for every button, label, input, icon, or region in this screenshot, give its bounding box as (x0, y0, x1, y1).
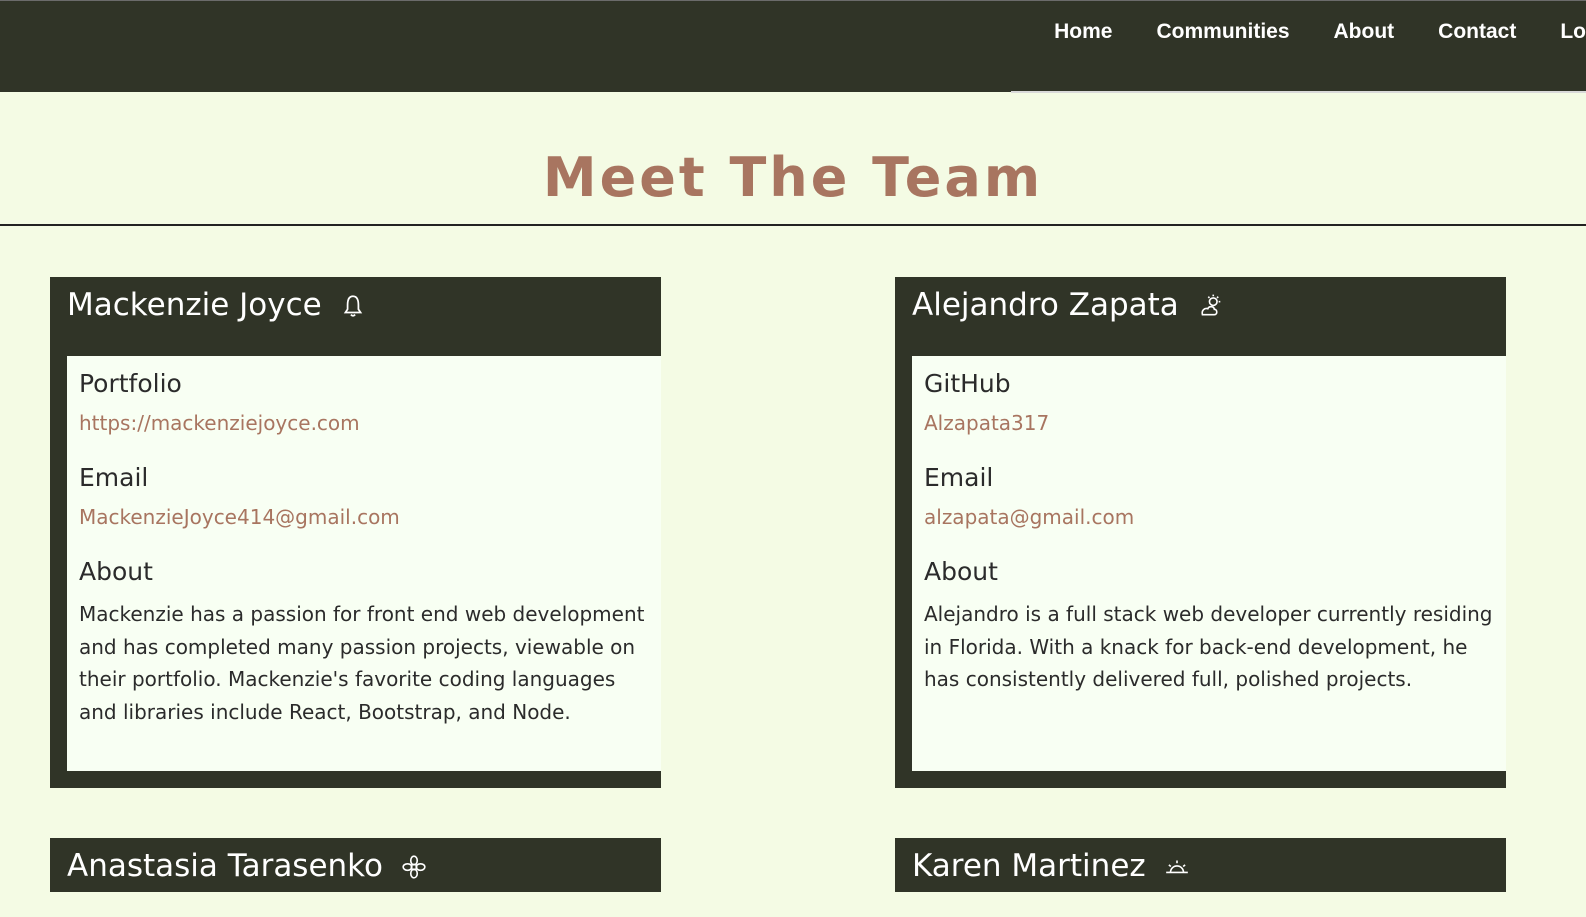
github-link[interactable]: Alzapata317 (924, 410, 1494, 436)
member-name: Alejandro Zapata (912, 287, 1179, 323)
member-name: Mackenzie Joyce (67, 287, 322, 323)
nav-home-link[interactable]: Home (1054, 20, 1112, 44)
top-navbar: Home Communities About Contact Lo (0, 0, 1586, 93)
email-link[interactable]: alzapata@gmail.com (924, 504, 1494, 530)
team-card-anastasia: Anastasia Tarasenko (50, 838, 661, 892)
about-text: Alejandro is a full stack web developer … (924, 602, 1493, 691)
nav-underline (1011, 91, 1586, 93)
email-label: Email (924, 463, 994, 492)
portfolio-label: Portfolio (79, 369, 182, 398)
nav-about-link[interactable]: About (1334, 20, 1395, 44)
about-text: Mackenzie has a passion for front end we… (79, 602, 645, 724)
member-name: Anastasia Tarasenko (67, 848, 383, 884)
sunrise-icon (1165, 860, 1188, 874)
about-label: About (79, 557, 153, 586)
about-label: About (924, 557, 998, 586)
bell-icon (343, 295, 362, 317)
card-body: GitHub Alzapata317 Email alzapata@gmail.… (912, 356, 1506, 771)
nav-communities-link[interactable]: Communities (1157, 20, 1290, 44)
card-header: Mackenzie Joyce (50, 277, 661, 356)
nav-menu: Home Communities About Contact Lo (1054, 1, 1586, 93)
cloud-sun-icon (1201, 294, 1221, 316)
card-header: Alejandro Zapata (895, 277, 1506, 356)
team-card-mackenzie: Mackenzie Joyce Portfolio https://macken… (50, 277, 661, 788)
github-label: GitHub (924, 369, 1011, 398)
email-link[interactable]: MackenzieJoyce414@gmail.com (79, 504, 649, 530)
card-body: Portfolio https://mackenziejoyce.com Ema… (67, 356, 661, 771)
nav-login-link[interactable]: Lo (1560, 20, 1586, 44)
card-header: Anastasia Tarasenko (50, 838, 661, 917)
email-label: Email (79, 463, 149, 492)
portfolio-link[interactable]: https://mackenziejoyce.com (79, 410, 649, 436)
flower-icon (402, 855, 426, 879)
team-card-karen: Karen Martinez (895, 838, 1506, 892)
page-title: Meet The Team (542, 146, 1044, 209)
team-card-alejandro: Alejandro Zapata GitHub Alzapata317 Emai… (895, 277, 1506, 788)
member-name: Karen Martinez (912, 848, 1146, 884)
title-divider (0, 224, 1586, 226)
nav-contact-link[interactable]: Contact (1438, 20, 1516, 44)
card-header: Karen Martinez (895, 838, 1506, 917)
